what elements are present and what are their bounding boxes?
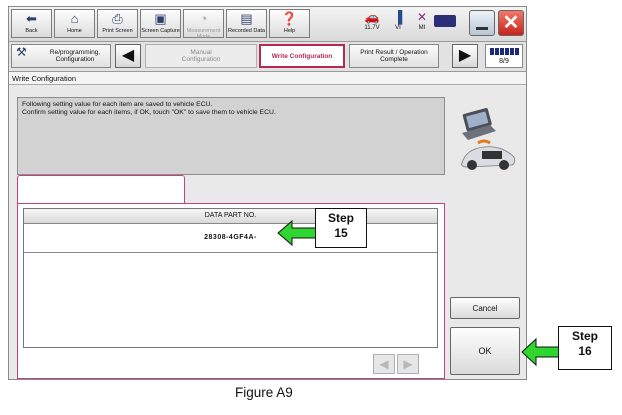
breadcrumb-back-button[interactable]: ◀ [115, 44, 141, 68]
table-header: DATA PART NO. [24, 209, 437, 224]
help-icon: ❓ [281, 11, 298, 26]
consult-window: ⬅ Back ⌂ Home ⎙ Print Screen ▣ Screen Ca… [8, 6, 527, 380]
car-icon: 🚗 [364, 10, 380, 24]
screen-capture-button[interactable]: ▣ Screen Capture [140, 9, 181, 38]
right-triangle-icon: ▶ [403, 357, 413, 371]
scroll-down-button[interactable]: ▶ [397, 354, 419, 374]
home-button[interactable]: ⌂ Home [54, 9, 95, 38]
recorded-data-button[interactable]: ▤ Recorded Data [226, 9, 267, 38]
table-row: 28308-4GF4A- [24, 224, 437, 253]
wrench-icon: ⚒ [16, 45, 27, 59]
vi-status: ▐ VI [387, 9, 409, 31]
battery-icon [434, 15, 456, 27]
step16-callout: Step 16 [558, 326, 612, 370]
breadcrumb: ⚒ Re/programming, Configuration ◀ Manual… [9, 42, 526, 72]
back-button[interactable]: ⬅ Back [11, 9, 52, 38]
left-triangle-icon: ◀ [121, 47, 135, 64]
figure-caption: Figure A9 [235, 385, 293, 400]
breadcrumb-next-button[interactable]: ▶ [452, 44, 478, 68]
instruction-message: Following setting value for each item ar… [17, 97, 445, 175]
minimize-button[interactable] [469, 10, 495, 36]
mi-status: ✕ MI [411, 9, 433, 31]
battery-voltage-status: 🚗 11.7V [361, 9, 383, 31]
scroll-up-button[interactable]: ◀ [373, 354, 395, 374]
signal-icon: ▐ [393, 10, 403, 24]
breadcrumb-manual-configuration[interactable]: Manual Configuration [145, 44, 257, 68]
laptop-car-icon [461, 108, 516, 170]
mi-disconnected-icon: ✕ [416, 10, 428, 24]
right-triangle-icon: ▶ [458, 47, 472, 64]
print-screen-button[interactable]: ⎙ Print Screen [97, 9, 138, 38]
progress-bars [486, 48, 522, 55]
data-part-table: DATA PART NO. 28308-4GF4A- [23, 208, 438, 348]
meter-icon: ◔ [199, 11, 208, 26]
cancel-button[interactable]: Cancel [450, 297, 520, 319]
step15-callout: Step 15 [315, 208, 367, 248]
back-arrow-icon: ⬅ [26, 11, 37, 26]
page-indicator: 8/9 [485, 44, 523, 68]
breadcrumb-write-configuration: Write Configuration [259, 44, 345, 68]
breadcrumb-reprogramming[interactable]: ⚒ Re/programming, Configuration [11, 44, 111, 68]
result-tab [17, 175, 185, 205]
toolbar: ⬅ Back ⌂ Home ⎙ Print Screen ▣ Screen Ca… [9, 7, 526, 42]
close-icon: ✕ [502, 12, 520, 34]
printer-icon: ⎙ [112, 11, 123, 26]
camera-icon: ▣ [154, 11, 167, 26]
recorded-data-icon: ▤ [240, 11, 253, 26]
home-icon: ⌂ [70, 11, 79, 26]
close-button[interactable]: ✕ [498, 10, 524, 36]
breadcrumb-print-result[interactable]: Print Result / Operation Complete [349, 44, 439, 68]
help-button[interactable]: ❓ Help [269, 9, 310, 38]
page-title: Write Configuration [9, 72, 526, 85]
left-triangle-icon: ◀ [379, 357, 389, 371]
measurement-mode-button[interactable]: ◔ Measurement Mode [183, 9, 224, 40]
ok-button[interactable]: OK [450, 327, 520, 375]
